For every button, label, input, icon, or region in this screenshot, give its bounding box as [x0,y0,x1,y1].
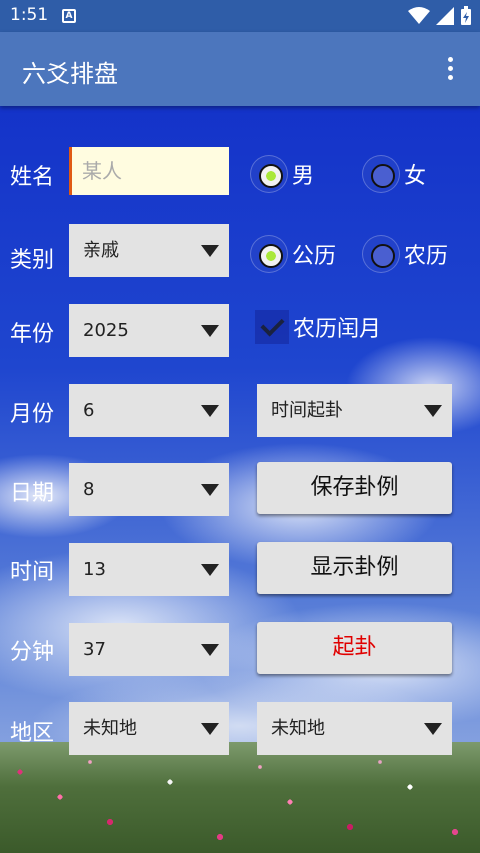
calendar-lunar-radio[interactable]: 农历 [362,235,448,273]
divine-button[interactable]: 起卦 [257,622,452,674]
app-bar: 六爻排盘 [0,32,480,106]
flower-field-background [0,742,480,853]
radio-unselected-icon [362,235,400,273]
category-select[interactable]: 亲戚 [69,224,229,277]
signal-icon [436,7,454,25]
minute-value: 37 [83,639,106,660]
day-select[interactable]: 8 [69,463,229,516]
battery-icon [461,6,471,25]
month-select[interactable]: 6 [69,384,229,437]
year-label: 年份 [10,322,55,347]
female-label: 女 [404,164,427,189]
app-title: 六爻排盘 [22,60,118,88]
method-value: 时间起卦 [271,400,343,421]
region-select[interactable]: 未知地 [69,702,229,755]
region-2-value: 未知地 [271,718,325,739]
leap-month-label: 农历闰月 [293,317,382,342]
hour-select[interactable]: 13 [69,543,229,596]
month-label: 月份 [10,402,55,427]
category-value: 亲戚 [83,240,119,261]
checkmark-icon [255,310,289,344]
dropdown-arrow-icon [201,564,219,576]
system-icons [408,6,472,26]
lunar-label: 农历 [404,244,449,269]
dropdown-arrow-icon [424,723,442,735]
year-value: 2025 [83,320,129,341]
dropdown-arrow-icon [201,644,219,656]
status-bar: 1:51 A [0,0,480,32]
status-time: 1:51 [10,5,49,25]
dropdown-arrow-icon [201,245,219,257]
radio-selected-icon [250,155,288,193]
hour-value: 13 [83,559,106,580]
leap-month-checkbox[interactable]: 农历闰月 [255,310,381,344]
gender-female-radio[interactable]: 女 [362,155,426,193]
name-label: 姓名 [10,165,55,190]
minute-select[interactable]: 37 [69,623,229,676]
name-input[interactable]: 某人 [69,147,229,195]
calendar-solar-radio[interactable]: 公历 [250,235,336,273]
wifi-icon [408,7,430,24]
male-label: 男 [292,164,315,189]
dropdown-arrow-icon [201,405,219,417]
region-label: 地区 [10,721,55,746]
notification-icon: A [62,9,76,23]
minute-label: 分钟 [10,640,55,665]
day-value: 8 [83,479,95,500]
day-label: 日期 [10,481,55,506]
method-select[interactable]: 时间起卦 [257,384,452,437]
solar-label: 公历 [292,244,337,269]
overflow-menu-icon[interactable] [440,57,460,83]
time-label: 时间 [10,560,55,585]
radio-selected-icon [250,235,288,273]
gender-male-radio[interactable]: 男 [250,155,314,193]
category-label: 类别 [10,248,55,273]
dropdown-arrow-icon [424,405,442,417]
region-select-2[interactable]: 未知地 [257,702,452,755]
year-select[interactable]: 2025 [69,304,229,357]
region-value: 未知地 [83,718,137,739]
show-cases-button[interactable]: 显示卦例 [257,542,452,594]
dropdown-arrow-icon [201,723,219,735]
dropdown-arrow-icon [201,484,219,496]
save-case-button[interactable]: 保存卦例 [257,462,452,514]
month-value: 6 [83,400,95,421]
dropdown-arrow-icon [201,325,219,337]
radio-unselected-icon [362,155,400,193]
